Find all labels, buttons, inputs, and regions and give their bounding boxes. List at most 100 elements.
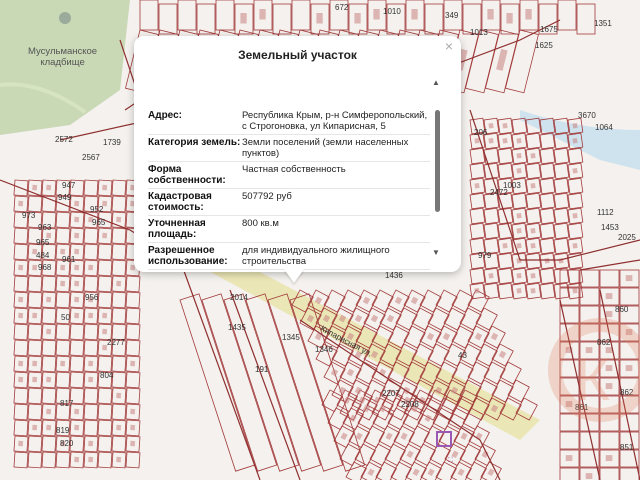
parcel-label: 1351	[594, 19, 612, 28]
popup-title: Земельный участок	[238, 48, 357, 62]
building	[46, 424, 52, 431]
parcel-label: 1435	[228, 323, 246, 332]
parcel-label: 1739	[103, 138, 121, 147]
building	[18, 200, 24, 207]
building	[74, 216, 80, 223]
building	[530, 227, 536, 234]
building	[516, 227, 522, 234]
svg-text:К: К	[575, 346, 610, 413]
building	[572, 242, 578, 249]
building	[474, 182, 480, 189]
building	[74, 264, 80, 271]
building	[46, 184, 52, 191]
building	[74, 232, 80, 239]
building	[32, 184, 38, 191]
building	[46, 408, 52, 415]
parcel-label: 1345	[282, 333, 300, 342]
scrollbar-thumb[interactable]	[435, 110, 440, 212]
building	[88, 264, 94, 271]
building	[487, 9, 494, 20]
building	[60, 360, 66, 367]
building	[474, 137, 480, 144]
scroll-down-icon[interactable]: ▼	[432, 248, 440, 257]
parcel-label: 3670	[578, 111, 596, 120]
parcel-label: 2025	[618, 233, 636, 242]
building	[474, 287, 480, 294]
parcel-info-popup: Земельный участок × Адрес: Республика Кр…	[134, 36, 461, 272]
parcel-label: 973	[22, 211, 36, 220]
parcel-label: 949	[58, 193, 72, 202]
building	[530, 242, 536, 249]
row-land-category: Категория земель: Земли поселений (земли…	[148, 135, 430, 162]
building	[88, 376, 94, 383]
building	[516, 272, 522, 279]
parcel-label: 961	[62, 255, 76, 264]
building	[18, 296, 24, 303]
building	[60, 248, 66, 255]
building	[488, 272, 494, 279]
parcel-label: 820	[60, 439, 74, 448]
parcel-label: 191	[255, 365, 269, 374]
building	[572, 212, 578, 219]
building	[411, 9, 418, 20]
building	[46, 328, 52, 335]
parcel-label: 1625	[535, 41, 553, 50]
building	[74, 456, 80, 463]
building	[116, 280, 122, 287]
parcel-label: 50	[61, 313, 70, 322]
building	[18, 360, 24, 367]
parcel-label: 860	[615, 305, 629, 314]
building	[88, 456, 94, 463]
parcel-label: 1675	[540, 25, 558, 34]
building	[102, 328, 108, 335]
building	[18, 264, 24, 271]
building	[572, 137, 578, 144]
parcel-label: 2208	[401, 400, 419, 409]
building	[18, 312, 24, 319]
building	[572, 167, 578, 174]
parcel-label: 965	[92, 218, 106, 227]
building	[502, 137, 508, 144]
building	[116, 424, 122, 431]
building	[625, 365, 633, 372]
row-address: Адрес: Республика Крым, р-н Симферопольс…	[148, 108, 430, 135]
building	[502, 242, 508, 249]
parcel-label: 1010	[383, 7, 401, 16]
building	[18, 440, 24, 447]
building	[525, 9, 532, 20]
parcel-label: 2207	[382, 389, 400, 398]
building	[102, 184, 108, 191]
building	[625, 275, 633, 282]
building	[530, 152, 536, 159]
row-cadastral-value: Кадастровая стоимость: 507792 руб	[148, 189, 430, 216]
building	[572, 122, 578, 129]
building	[488, 122, 494, 129]
building	[605, 311, 613, 318]
parcel-label: 1064	[595, 123, 613, 132]
building	[102, 232, 108, 239]
close-icon[interactable]: ×	[445, 38, 453, 54]
parcel-label: 952	[90, 205, 104, 214]
parcel-label: 968	[38, 263, 52, 272]
parcel-label: 2572	[55, 135, 73, 144]
parcel-label: 1112	[597, 208, 614, 217]
row-permitted-use: Разрешенное использование: для индивидуа…	[148, 243, 430, 270]
building	[32, 424, 38, 431]
building	[32, 312, 38, 319]
building	[530, 272, 536, 279]
svg-text:⛶: ⛶	[448, 456, 453, 464]
building	[88, 440, 94, 447]
building	[130, 440, 136, 447]
building	[530, 287, 536, 294]
scroll-up-icon[interactable]: ▲	[432, 78, 440, 87]
parcel-label: 947	[62, 181, 76, 190]
popup-pointer	[284, 269, 304, 283]
building	[605, 293, 613, 300]
building	[18, 376, 24, 383]
cemetery-icon	[59, 12, 71, 24]
parcel-label: 804	[100, 371, 114, 380]
parcel-label: 672	[335, 3, 349, 12]
building	[502, 122, 508, 129]
building	[130, 360, 136, 367]
building	[585, 473, 593, 480]
